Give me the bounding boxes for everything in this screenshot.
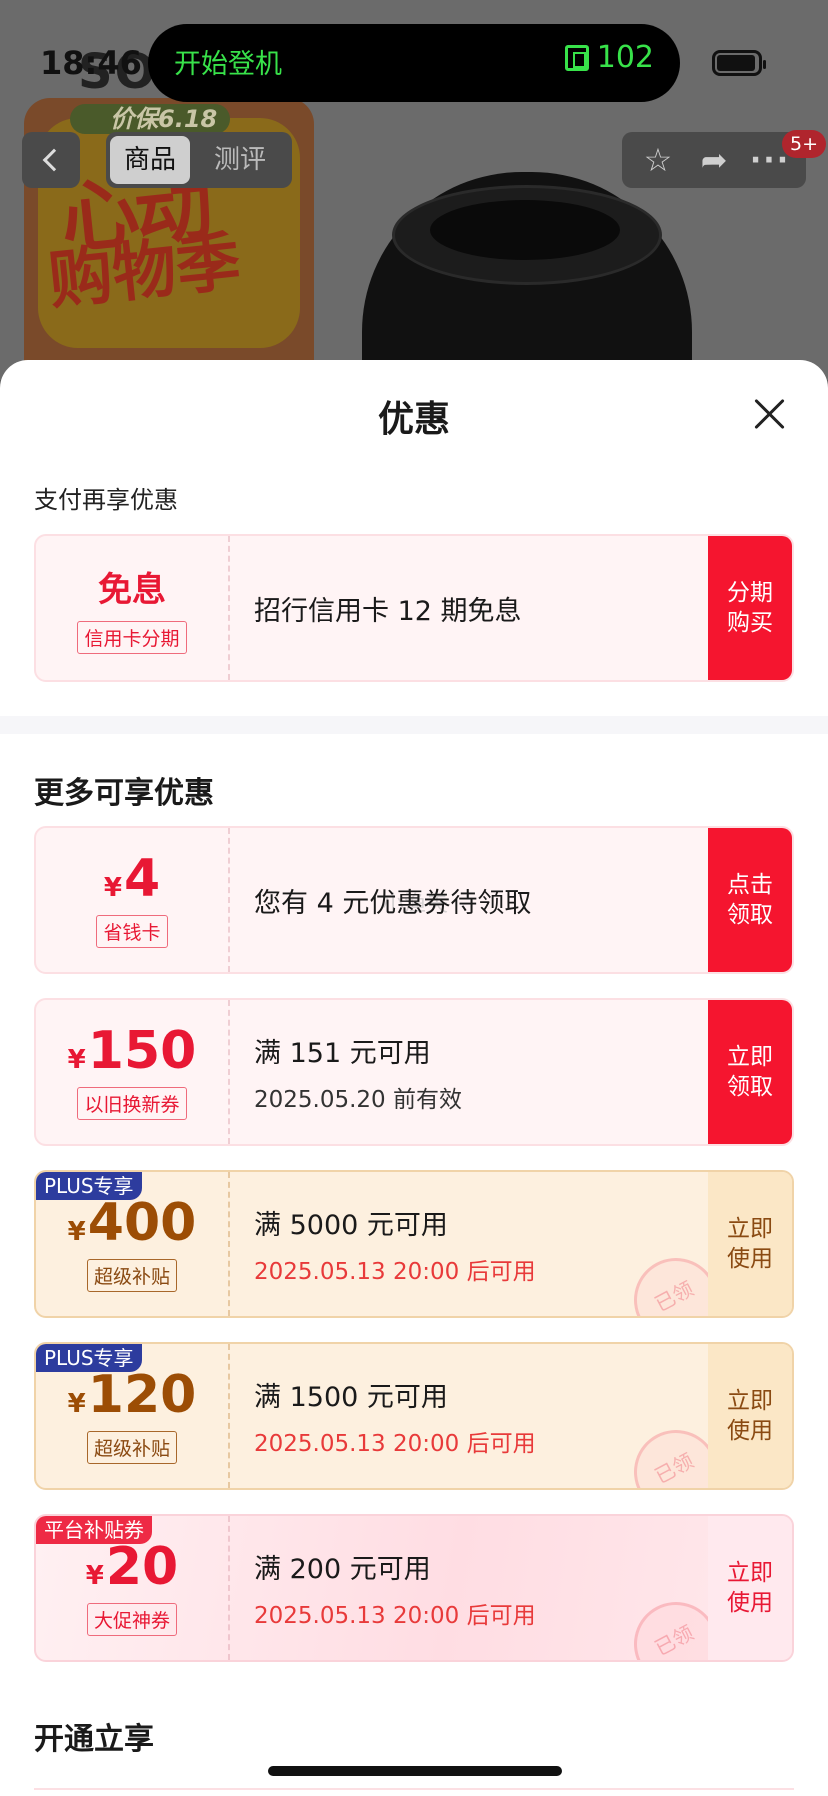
section-open-title: 开通立享 [34,1722,154,1757]
coupon-condition: 满 151 元可用 [254,1037,431,1069]
use-now-button[interactable]: 立即 使用 [708,1172,792,1316]
coupon-condition: 满 1500 元可用 [254,1381,448,1413]
coupon-amount: 20 [105,1536,179,1597]
coupon-tag: 超级补贴 [86,1258,177,1292]
message-count-badge: 5+ [782,130,827,158]
coupon-installment: 免息 信用卡分期 招行信用卡 12 期免息 分期 购买 [34,534,794,682]
coupon-tag: 以旧换新券 [77,1086,187,1120]
gate-info: 102 [564,40,654,75]
battery-icon [712,50,766,76]
use-now-button[interactable]: 立即 使用 [708,1344,792,1488]
coupon-trade-in: ¥150 以旧换新券 满 151 元可用 2025.05.20 前有效 立即 领取 [34,998,794,1146]
gate-icon [564,44,589,71]
star-icon[interactable]: ☆ [638,140,678,180]
coupon-platform-20: 平台补贴券 ¥20 大促神券 满 200 元可用 2025.05.13 20:0… [34,1514,794,1662]
back-button[interactable] [22,132,80,188]
nav-actions: ☆ ➦ ··· [622,132,806,188]
coupon-tag: 超级补贴 [86,1430,177,1464]
coupon-validity: 2025.05.20 前有效 [254,1086,462,1113]
next-coupon-edge [34,1788,794,1796]
section-more-title: 更多可享优惠 [34,776,214,811]
coupon-condition: 满 5000 元可用 [254,1209,448,1241]
use-now-button[interactable]: 立即 使用 [708,1516,792,1660]
coupon-headline: 免息 [98,570,166,610]
close-icon[interactable] [748,392,792,436]
coupon-amount: 4 [123,848,161,909]
coupon-amount: 150 [87,1020,197,1081]
sheet-title: 优惠 [377,399,450,440]
coupon-validity: 2025.05.13 20:00 后可用 [254,1602,536,1629]
coupon-amount: 400 [87,1192,197,1253]
coupon-tag: 大促神券 [86,1602,177,1636]
offers-sheet: 优惠 支付再享优惠 免息 信用卡分期 招行信用卡 12 期免息 分期 购买 更多可… [0,360,828,1796]
tab-review[interactable]: 测评 [200,136,280,184]
status-time: 18:46 [40,44,142,82]
coupon-tag: 省钱卡 [96,914,168,948]
installment-buy-button[interactable]: 分期 购买 [708,536,792,680]
coupon-description: 招行信用卡 12 期免息 [254,595,522,627]
coupon-tag: 信用卡分期 [77,621,187,654]
claim-coupon-button[interactable]: 点击 领取 [708,828,792,972]
section-divider [0,716,828,734]
coupon-condition: 满 200 元可用 [254,1553,431,1585]
boarding-status: 开始登机 [174,49,282,80]
lens-glass [430,200,620,260]
coupon-description: 您有 4 元优惠券待领取 [254,887,532,919]
section-pay-title: 支付再享优惠 [34,486,178,514]
coupon-plus-120: PLUS专享 ¥120 超级补贴 满 1500 元可用 2025.05.13 2… [34,1342,794,1490]
back-icon [42,148,66,172]
share-icon[interactable]: ➦ [694,140,734,180]
coupon-validity: 2025.05.13 20:00 后可用 [254,1430,536,1457]
price-protect-badge: 价保6.18 [70,104,230,134]
coupon-saving-card: 小渔夫 ¥4 省钱卡 您有 4 元优惠券待领取 点击 领取 [34,826,794,974]
coupon-amount: 120 [87,1364,197,1425]
claim-now-button[interactable]: 立即 领取 [708,1000,792,1144]
dynamic-island: 开始登机 102 [148,24,680,102]
home-indicator[interactable] [268,1766,562,1776]
coupon-plus-400: PLUS专享 ¥400 超级补贴 满 5000 元可用 2025.05.13 2… [34,1170,794,1318]
gate-number: 102 [596,40,654,75]
coupon-validity: 2025.05.13 20:00 后可用 [254,1258,536,1285]
tab-product[interactable]: 商品 [110,136,191,184]
page-tabs: 商品 测评 [106,132,292,188]
